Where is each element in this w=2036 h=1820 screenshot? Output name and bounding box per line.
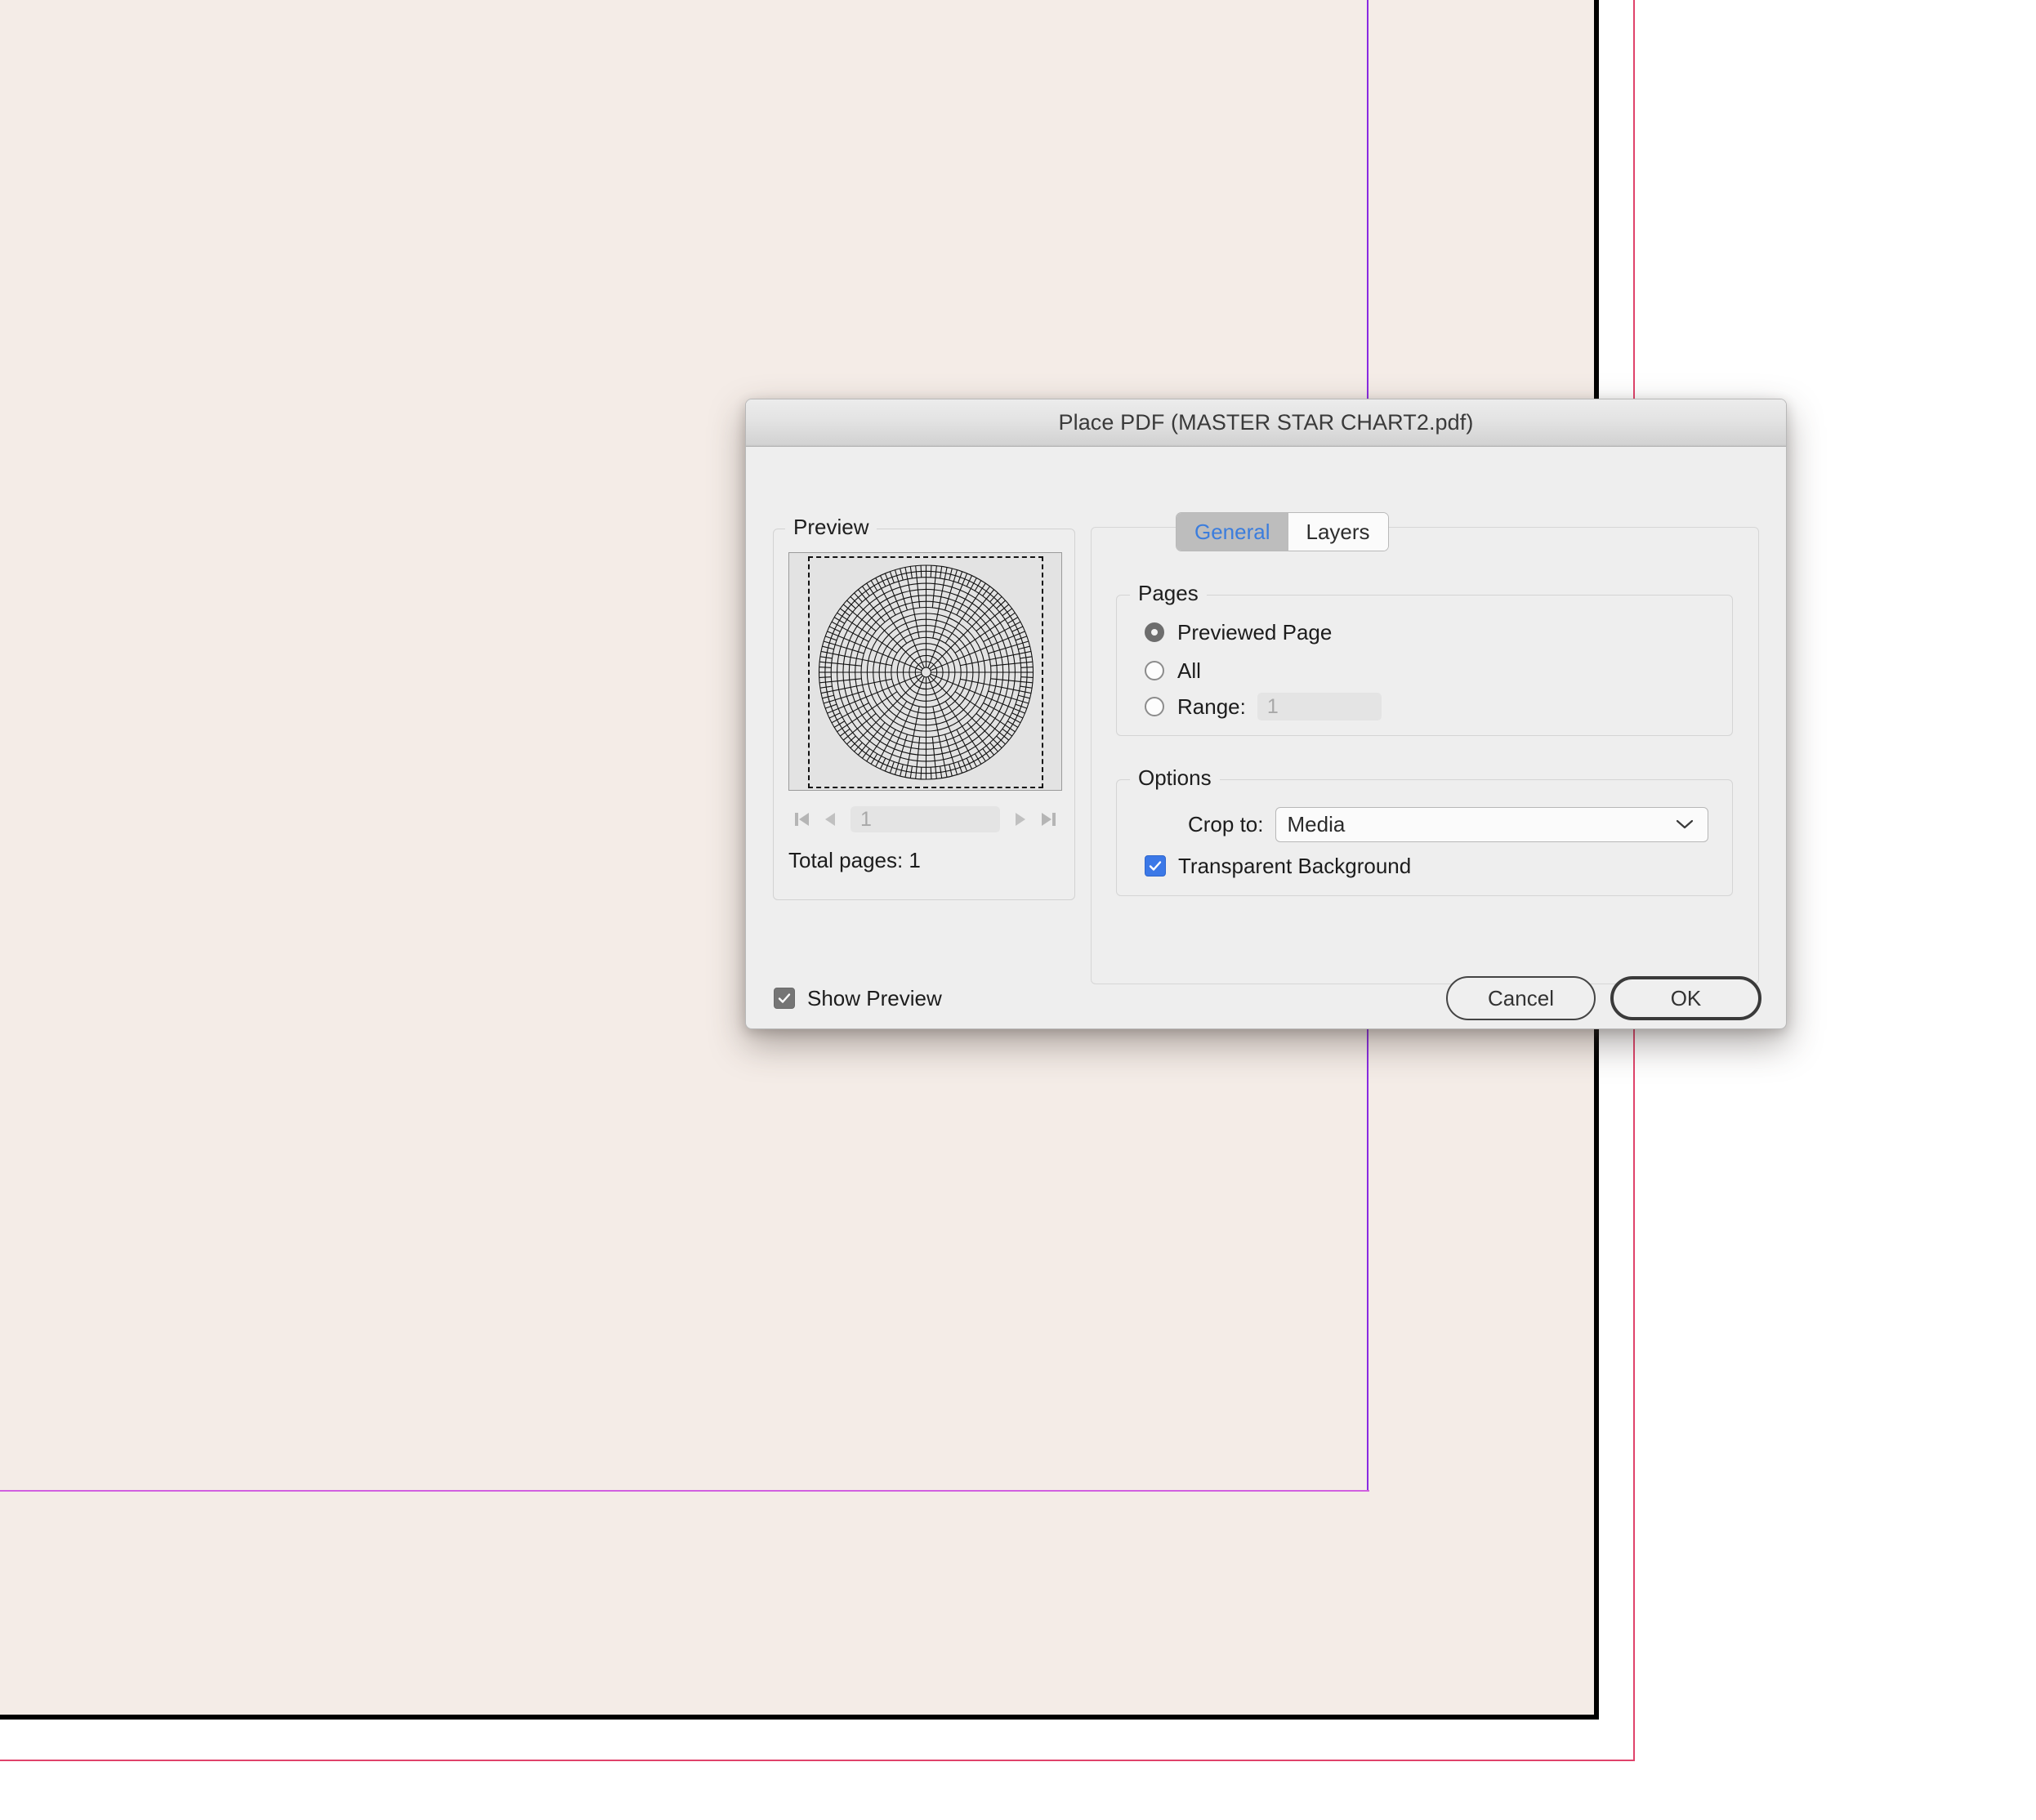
tab-general[interactable]: General — [1177, 513, 1288, 551]
options-group: Options Crop to: Media Transparent Backg… — [1116, 765, 1733, 896]
next-page-icon — [1016, 813, 1025, 826]
tab-layers[interactable]: Layers — [1288, 513, 1388, 551]
preview-thumbnail — [788, 552, 1062, 791]
chevron-down-icon — [1676, 819, 1694, 829]
radio-previewed-page[interactable]: Previewed Page — [1145, 618, 1332, 646]
preview-group: Preview 1 Total pages: 1 — [773, 515, 1075, 900]
checkmark-icon — [1149, 861, 1162, 871]
preview-group-legend: Preview — [785, 515, 877, 540]
page-number-input[interactable]: 1 — [851, 806, 1000, 832]
pages-group: Pages Previewed Page All Range: 1 — [1116, 581, 1733, 736]
radio-page-range-label: Range: — [1177, 694, 1246, 719]
preview-page-bounds — [808, 556, 1043, 788]
dialog-title: Place PDF (MASTER STAR CHART2.pdf) — [1058, 410, 1474, 435]
radio-all-pages-indicator — [1145, 661, 1164, 680]
transparent-background-label: Transparent Background — [1178, 853, 1412, 878]
crop-to-select[interactable]: Media — [1275, 806, 1708, 842]
last-page-button[interactable] — [1034, 805, 1062, 833]
pages-group-legend: Pages — [1130, 581, 1207, 606]
first-page-button[interactable] — [788, 805, 816, 833]
crop-to-label: Crop to: — [1188, 811, 1264, 836]
radio-previewed-page-indicator — [1145, 622, 1164, 642]
tab-strip: General Layers — [1176, 512, 1389, 551]
radio-page-range[interactable]: Range: 1 — [1145, 693, 1382, 720]
radio-all-pages-label: All — [1177, 658, 1201, 683]
dialog-titlebar[interactable]: Place PDF (MASTER STAR CHART2.pdf) — [746, 399, 1786, 447]
first-page-icon — [795, 813, 809, 826]
last-page-icon — [1042, 813, 1056, 826]
crop-to-value: Media — [1287, 811, 1346, 836]
dialog-footer-buttons: Cancel OK — [1446, 976, 1761, 1020]
transparent-background-row[interactable]: Transparent Background — [1145, 852, 1411, 880]
total-pages-label: Total pages: 1 — [788, 848, 921, 872]
screen: Place PDF (MASTER STAR CHART2.pdf) Previ… — [0, 0, 2036, 1820]
next-page-button[interactable] — [1007, 805, 1034, 833]
show-preview-checkbox — [774, 988, 795, 1009]
radio-page-range-indicator — [1145, 697, 1164, 716]
general-tab-panel: Pages Previewed Page All Range: 1 Option… — [1091, 527, 1759, 984]
checkmark-icon — [778, 993, 791, 1003]
radio-all-pages[interactable]: All — [1145, 657, 1201, 685]
radio-previewed-page-label: Previewed Page — [1177, 619, 1333, 645]
margin-guide-horizontal — [0, 1490, 1369, 1492]
ok-button[interactable]: OK — [1610, 976, 1761, 1020]
crop-to-row: Crop to: Media — [1145, 806, 1708, 842]
place-pdf-dialog: Place PDF (MASTER STAR CHART2.pdf) Previ… — [745, 399, 1787, 1029]
show-preview-row[interactable]: Show Preview — [774, 984, 942, 1012]
preview-page-nav: 1 — [788, 803, 1062, 836]
previous-page-button[interactable] — [816, 805, 844, 833]
page-range-input[interactable]: 1 — [1257, 693, 1382, 720]
bleed-guide-horizontal — [0, 1760, 1634, 1761]
options-group-legend: Options — [1130, 765, 1220, 791]
cancel-button[interactable]: Cancel — [1446, 976, 1596, 1020]
show-preview-label: Show Preview — [807, 985, 942, 1010]
dialog-body: Preview 1 Total pages: 1 General Layers … — [746, 447, 1786, 1028]
previous-page-icon — [825, 813, 835, 826]
transparent-background-checkbox — [1145, 855, 1166, 877]
